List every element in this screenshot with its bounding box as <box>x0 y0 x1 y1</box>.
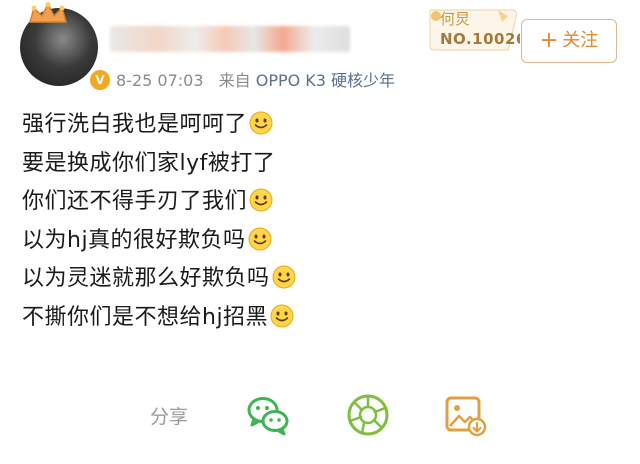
author-avatar[interactable]: V <box>20 2 112 92</box>
post-time: 8-25 07:03 <box>116 71 204 90</box>
smile-emoji-icon <box>270 304 294 327</box>
username-blurred[interactable] <box>110 26 350 52</box>
post-line: 以为灵迷就那么好欺负吗 <box>22 260 622 299</box>
post-line: 以为hj真的很好欺负吗 <box>22 222 622 261</box>
post-line: 强行洗白我也是呵呵了 <box>22 106 622 145</box>
crown-icon <box>29 2 67 23</box>
share-label: 分享 <box>150 406 189 428</box>
medal-id: NO.100261 <box>440 30 520 48</box>
smile-emoji-icon <box>248 227 272 250</box>
post-line: 要是换成你们家lyf被打了 <box>22 150 276 176</box>
source-device[interactable]: OPPO K3 硬核少年 <box>256 71 395 90</box>
post-meta: 8-25 07:03 来自 OPPO K3 硬核少年 <box>116 67 395 91</box>
smile-emoji-icon <box>249 111 273 135</box>
wechat-icon[interactable] <box>245 392 291 438</box>
moments-icon[interactable] <box>345 392 391 438</box>
post-line: 你们还不得手刃了我们 <box>22 183 622 222</box>
follow-label: 关注 <box>562 30 599 51</box>
smile-emoji-icon <box>249 188 273 212</box>
source-prefix: 来自 <box>218 71 251 90</box>
plus-icon: + <box>539 28 559 53</box>
verified-badge: V <box>88 68 112 92</box>
share-bar: 分享 <box>0 378 640 448</box>
post-text: 强行洗白我也是呵呵了 要是换成你们家lyf被打了 你们还不得手刃了我们 以为hj… <box>22 106 622 337</box>
save-image-icon[interactable] <box>442 392 488 438</box>
post-line: 不撕你们是不想给hj招黑 <box>22 299 622 338</box>
medal-label: 何炅 <box>440 10 471 28</box>
smile-emoji-icon <box>272 265 296 289</box>
follow-button[interactable]: + 关注 <box>521 19 617 63</box>
